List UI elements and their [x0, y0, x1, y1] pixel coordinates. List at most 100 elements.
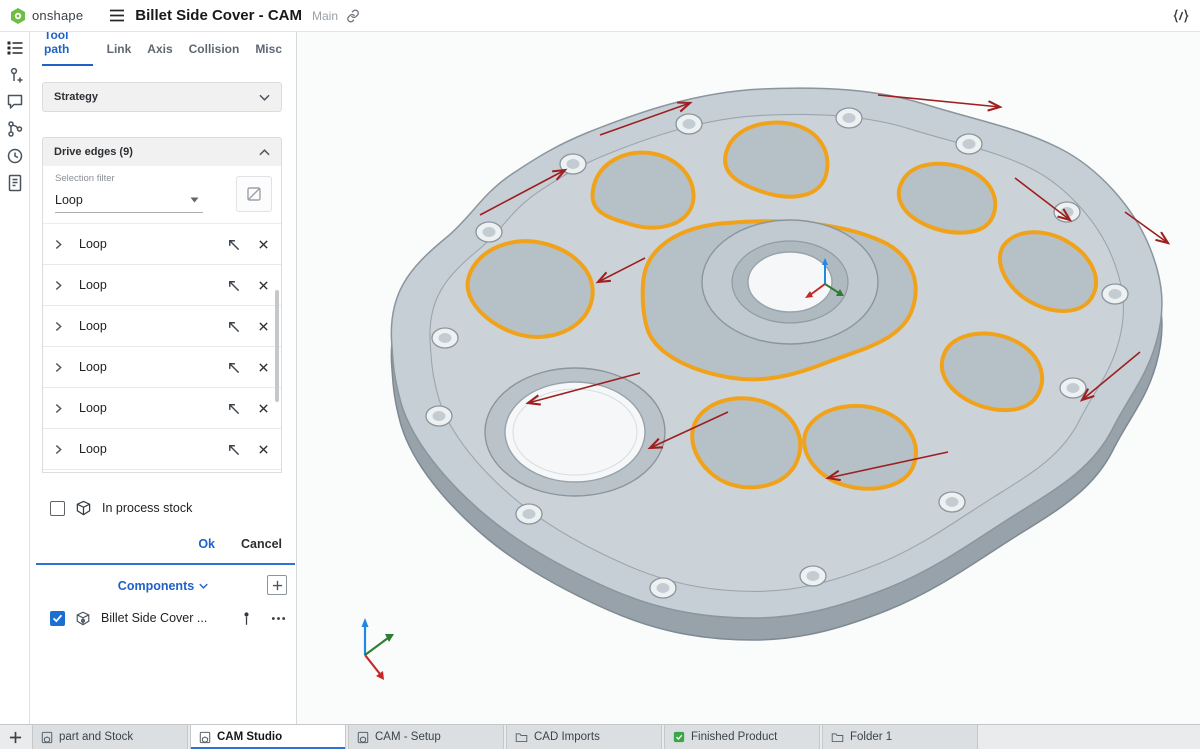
selection-filter-select[interactable]: Loop	[55, 187, 203, 213]
loop-row[interactable]: Loop	[43, 347, 281, 388]
loop-row[interactable]: Loop	[43, 224, 281, 265]
tab-cam-setup[interactable]: CAM - Setup	[348, 725, 504, 749]
strategy-label: Strategy	[54, 91, 98, 103]
central-boss[interactable]	[702, 220, 878, 344]
flip-direction-icon[interactable]	[226, 278, 241, 293]
chevron-right-icon[interactable]	[55, 239, 62, 250]
in-process-stock-label: In process stock	[102, 501, 192, 515]
pin-icon[interactable]	[242, 611, 251, 626]
close-icon[interactable]	[258, 403, 269, 414]
chevron-right-icon[interactable]	[55, 280, 62, 291]
loop-label: Loop	[79, 278, 107, 292]
document-tab-bar: part and Stock CAM Studio CAM - Setup CA…	[0, 724, 1200, 749]
component-checkbox[interactable]	[50, 611, 65, 626]
tab-label: CAM - Setup	[375, 731, 441, 743]
loop-row[interactable]: Loop	[43, 388, 281, 429]
workspace-label[interactable]: Main	[312, 9, 338, 23]
history-icon[interactable]	[6, 147, 24, 165]
onshape-app: onshape Billet Side Cover - CAM Main	[0, 0, 1200, 749]
versions-icon[interactable]	[6, 120, 24, 138]
selection-filter-value: Loop	[55, 193, 83, 207]
ok-button[interactable]: Ok	[198, 537, 215, 551]
tab-link[interactable]: Link	[105, 42, 134, 66]
orientation-triad-icon[interactable]	[362, 618, 395, 680]
close-icon[interactable]	[258, 444, 269, 455]
plus-icon	[272, 580, 283, 591]
tab-label: Folder 1	[850, 731, 892, 743]
left-toolbar	[0, 32, 30, 724]
part-studio-icon	[357, 731, 369, 744]
part-studio-icon	[41, 731, 53, 744]
tab-folder-1[interactable]: Folder 1	[822, 725, 978, 749]
components-header[interactable]: Components	[30, 573, 296, 599]
tab-collision[interactable]: Collision	[187, 42, 242, 66]
component-row[interactable]: Billet Side Cover ...	[50, 605, 286, 631]
stock-cube-icon	[75, 500, 92, 516]
loop-row[interactable]: Loop	[43, 429, 281, 470]
clear-selection-icon	[245, 185, 263, 203]
tab-part-and-stock[interactable]: part and Stock	[32, 725, 188, 749]
part-studio-icon	[199, 731, 211, 744]
flip-direction-icon[interactable]	[226, 237, 241, 252]
chevron-up-icon	[259, 149, 270, 156]
drive-edges-list: Loop Loop Loop Loop	[43, 224, 281, 470]
loop-row[interactable]: Loop	[43, 265, 281, 306]
close-icon[interactable]	[258, 362, 269, 373]
feature-dialog-panel: Tool path Link Axis Collision Misc Strat…	[30, 32, 297, 724]
chevron-down-icon	[199, 583, 208, 589]
drive-edges-accordion[interactable]: Drive edges (9)	[42, 137, 282, 167]
flip-direction-icon[interactable]	[226, 401, 241, 416]
tab-axis[interactable]: Axis	[145, 42, 174, 66]
loop-row[interactable]: Loop	[43, 306, 281, 347]
close-icon[interactable]	[258, 321, 269, 332]
strategy-accordion[interactable]: Strategy	[42, 82, 282, 112]
hamburger-icon[interactable]	[109, 9, 125, 22]
tab-label: CAD Imports	[534, 731, 600, 743]
tab-cad-imports[interactable]: CAD Imports	[506, 725, 662, 749]
list-scrollbar[interactable]	[275, 290, 279, 402]
tab-finished-product[interactable]: Finished Product	[664, 725, 820, 749]
flip-direction-icon[interactable]	[226, 442, 241, 457]
in-process-stock-checkbox[interactable]	[50, 501, 65, 516]
close-icon[interactable]	[258, 239, 269, 250]
comment-icon[interactable]	[6, 93, 24, 111]
chevron-right-icon[interactable]	[55, 403, 62, 414]
onshape-logo[interactable]: onshape	[0, 7, 83, 25]
dialog-actions: Ok Cancel	[30, 532, 282, 556]
notes-icon[interactable]	[6, 174, 24, 192]
folder-icon	[831, 732, 844, 743]
tab-cam-studio[interactable]: CAM Studio	[190, 725, 346, 749]
clear-selection-button[interactable]	[236, 176, 272, 212]
loop-label: Loop	[79, 401, 107, 415]
add-component-button[interactable]	[267, 575, 287, 595]
tab-label: part and Stock	[59, 731, 133, 743]
link-icon[interactable]	[346, 9, 360, 23]
cancel-button[interactable]: Cancel	[241, 537, 282, 551]
large-bore[interactable]	[485, 368, 665, 496]
onshape-logo-icon	[9, 7, 27, 25]
chevron-right-icon[interactable]	[55, 444, 62, 455]
logo-text: onshape	[32, 8, 83, 23]
featurescript-icon[interactable]	[1172, 8, 1200, 24]
feature-tree-icon[interactable]	[6, 39, 24, 57]
chevron-right-icon[interactable]	[55, 362, 62, 373]
drive-edges-label: Drive edges (9)	[54, 146, 133, 158]
mate-connector-icon[interactable]	[6, 66, 24, 84]
tab-tool-path[interactable]: Tool path	[42, 28, 93, 66]
drive-edges-body: Selection filter Loop Loop	[42, 166, 282, 473]
chevron-right-icon[interactable]	[55, 321, 62, 332]
selection-filter-label: Selection filter	[55, 173, 115, 184]
flip-direction-icon[interactable]	[226, 319, 241, 334]
3d-model-canvas[interactable]	[297, 32, 1200, 724]
loop-label: Loop	[79, 319, 107, 333]
tab-misc[interactable]: Misc	[253, 42, 284, 66]
drive-edge-loop[interactable]	[592, 153, 693, 228]
graphics-viewport[interactable]	[297, 32, 1200, 724]
more-icon[interactable]	[271, 616, 286, 621]
selection-filter-area: Selection filter Loop	[43, 166, 281, 224]
add-tab-button[interactable]	[0, 725, 30, 749]
close-icon[interactable]	[258, 280, 269, 291]
flip-direction-icon[interactable]	[226, 360, 241, 375]
part-icon	[75, 611, 91, 626]
plus-icon	[9, 731, 22, 744]
